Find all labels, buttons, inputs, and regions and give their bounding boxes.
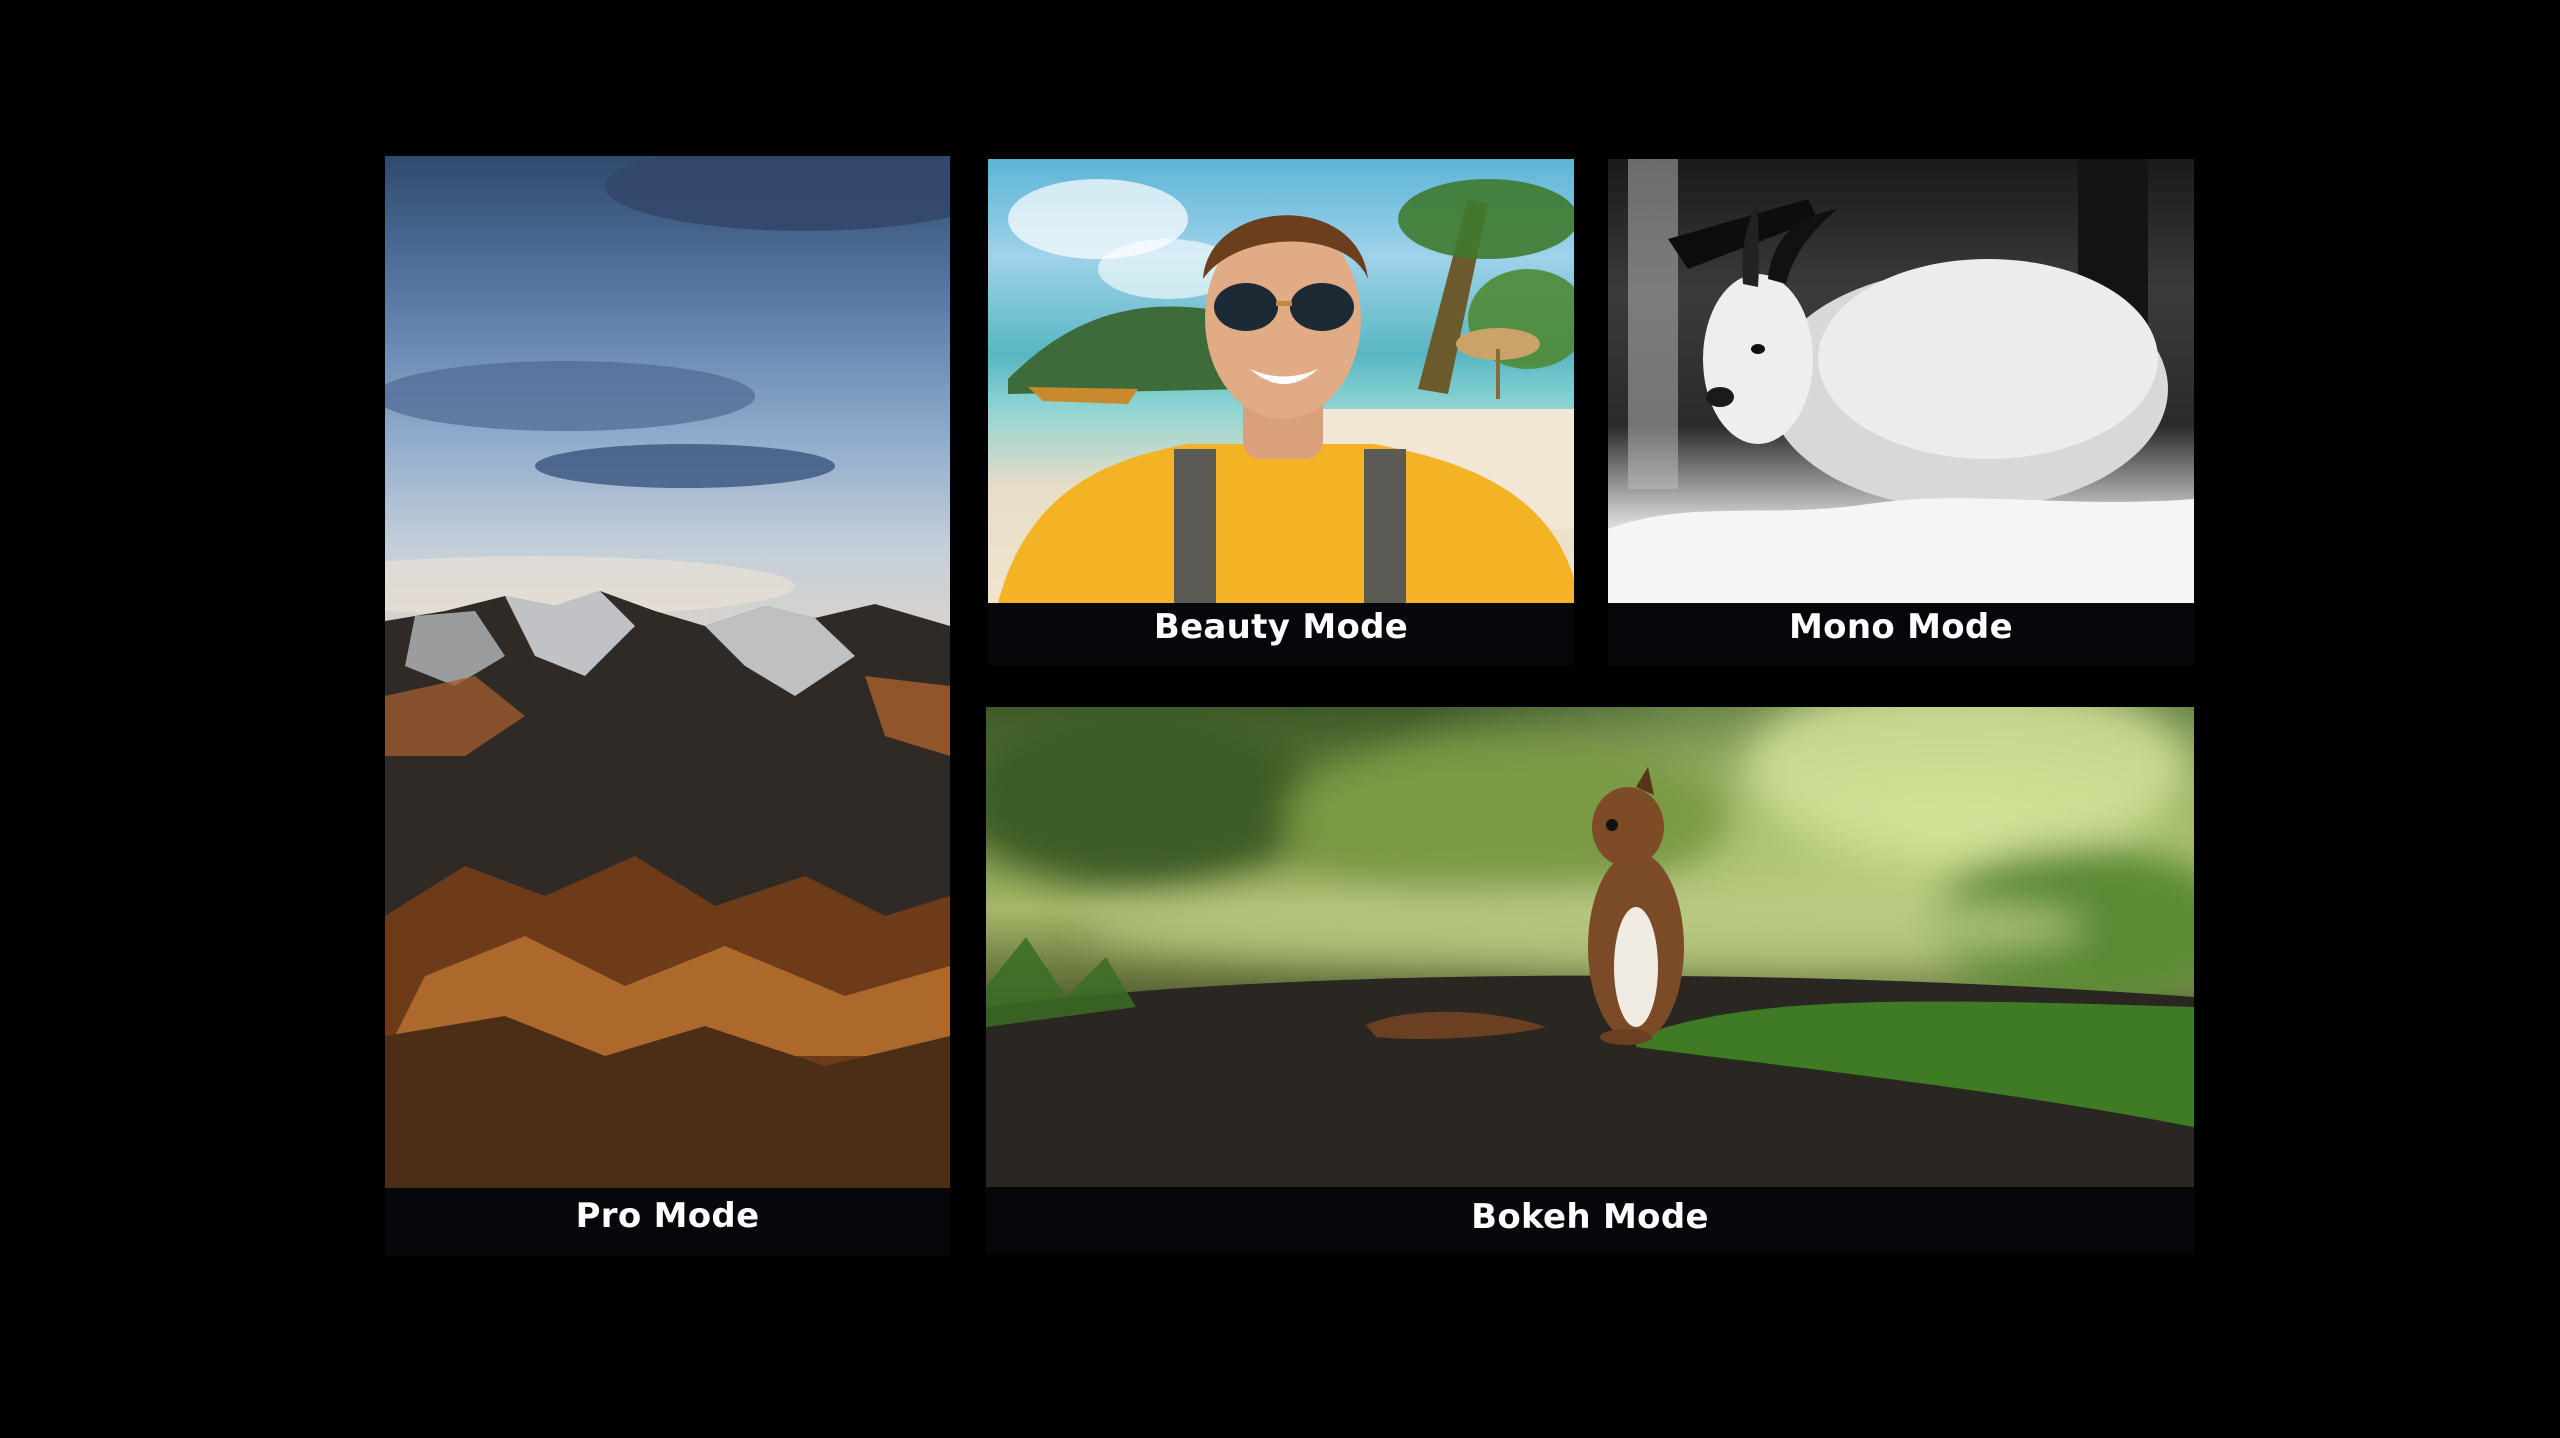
beauty-mode-label: Beauty Mode: [988, 603, 1574, 665]
pro-mode-label: Pro Mode: [385, 1188, 950, 1256]
selfie-photo: [988, 159, 1574, 603]
mono-mode-label: Mono Mode: [1608, 603, 2194, 665]
squirrel-photo: [986, 707, 2194, 1187]
pro-mode-tile[interactable]: Pro Mode: [385, 156, 950, 1256]
mono-mode-tile[interactable]: Mono Mode: [1608, 159, 2194, 665]
mountain-photo: [385, 156, 950, 1188]
mountain-goat-photo: [1608, 159, 2194, 603]
bokeh-mode-tile[interactable]: Bokeh Mode: [986, 707, 2194, 1253]
bokeh-mode-label: Bokeh Mode: [986, 1187, 2194, 1253]
beauty-mode-tile[interactable]: Beauty Mode: [988, 159, 1574, 665]
